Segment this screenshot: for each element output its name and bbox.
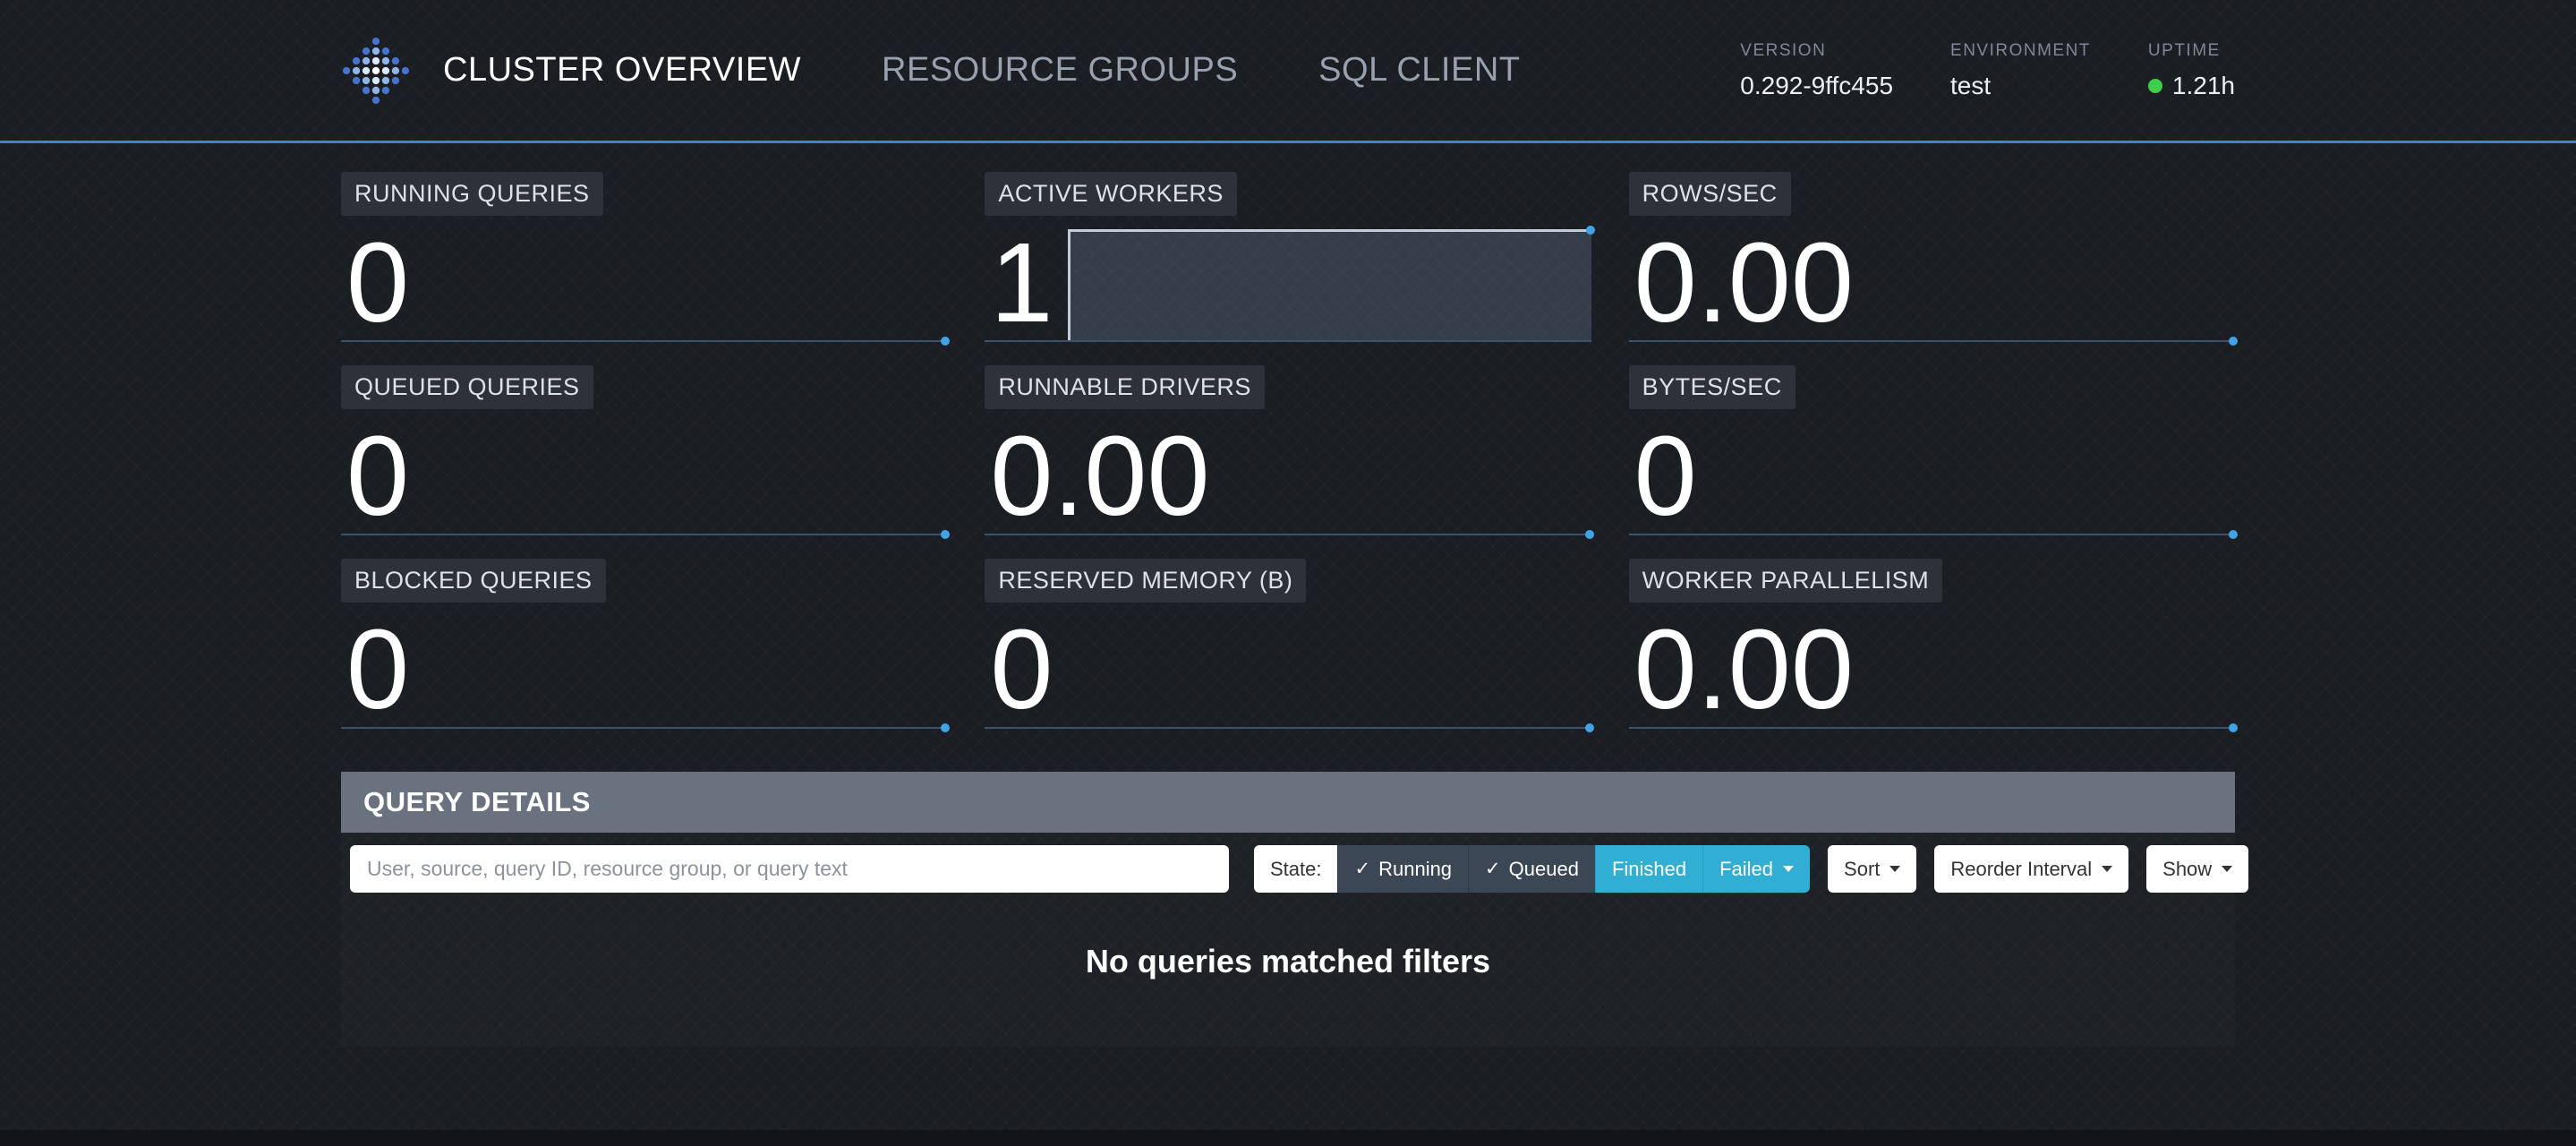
environment-label: ENVIRONMENT <box>1950 41 2091 61</box>
sparkline <box>985 727 1591 729</box>
no-queries-message: No queries matched filters <box>341 893 2235 1047</box>
query-details-section: QUERY DETAILS State: ✓ Running ✓ Queued … <box>341 772 2235 1047</box>
tab-resource-groups[interactable]: RESOURCE GROUPS <box>882 51 1238 90</box>
stat-card-worker-parallelism: WORKER PARALLELISM 0.00 <box>1629 559 2235 729</box>
uptime-text: 1.21h <box>2172 72 2235 100</box>
state-filter-queued[interactable]: ✓ Queued <box>1468 845 1595 893</box>
show-dropdown[interactable]: Show <box>2146 845 2248 893</box>
stat-label: RUNNING QUERIES <box>341 172 603 216</box>
version-value: 0.292-9ffc455 <box>1740 72 1893 100</box>
stat-label: BYTES/SEC <box>1629 365 1796 409</box>
stat-label: RESERVED MEMORY (B) <box>985 559 1306 603</box>
stat-card-blocked-queries: BLOCKED QUERIES 0 <box>341 559 947 729</box>
reorder-interval-dropdown[interactable]: Reorder Interval <box>1934 845 2128 893</box>
stat-label: BLOCKED QUERIES <box>341 559 606 603</box>
sparkline <box>341 340 947 342</box>
nav-tabs: CLUSTER OVERVIEW RESOURCE GROUPS SQL CLI… <box>443 51 1521 90</box>
stat-card-bytes-per-sec: BYTES/SEC 0 <box>1629 365 2235 535</box>
state-filter-group: State: ✓ Running ✓ Queued Finished Faile… <box>1254 845 1810 893</box>
caret-down-icon <box>1889 866 1900 872</box>
show-dropdown-label: Show <box>2162 858 2212 881</box>
tab-cluster-overview[interactable]: CLUSTER OVERVIEW <box>443 51 801 90</box>
sort-dropdown[interactable]: Sort <box>1828 845 1916 893</box>
stat-value: 1 <box>985 227 1591 339</box>
stat-label: ACTIVE WORKERS <box>985 172 1237 216</box>
tab-sql-client[interactable]: SQL CLIENT <box>1318 51 1520 90</box>
sparkline <box>1629 534 2235 535</box>
cluster-overview-page: CLUSTER OVERVIEW RESOURCE GROUPS SQL CLI… <box>0 0 2576 1146</box>
sparkline <box>985 340 1591 342</box>
state-filter-finished-label: Finished <box>1612 858 1686 881</box>
sparkline <box>341 534 947 535</box>
version-label: VERSION <box>1740 41 1893 61</box>
stat-label: RUNNABLE DRIVERS <box>985 365 1265 409</box>
check-icon: ✓ <box>1485 858 1501 880</box>
stat-value: 0.00 <box>1629 613 2235 726</box>
stat-label: QUEUED QUERIES <box>341 365 593 409</box>
query-details-title: QUERY DETAILS <box>363 786 591 818</box>
state-filter-failed-label: Failed <box>1719 858 1773 881</box>
version-info: VERSION 0.292-9ffc455 <box>1740 41 1893 100</box>
uptime-label: UPTIME <box>2148 41 2235 61</box>
stat-card-queued-queries: QUEUED QUERIES 0 <box>341 365 947 535</box>
check-icon: ✓ <box>1354 858 1370 880</box>
query-details-header: QUERY DETAILS <box>341 772 2235 833</box>
stat-label: ROWS/SEC <box>1629 172 1791 216</box>
state-filter-failed[interactable]: Failed <box>1702 845 1810 893</box>
caret-down-icon <box>2102 866 2112 872</box>
caret-down-icon <box>1783 866 1794 872</box>
query-search-input[interactable] <box>350 845 1229 893</box>
status-dot-icon <box>2148 79 2162 93</box>
stats-grid: RUNNING QUERIES 0 ACTIVE WORKERS 1 ROWS/… <box>341 172 2235 729</box>
cluster-info: VERSION 0.292-9ffc455 ENVIRONMENT test U… <box>1740 41 2235 100</box>
query-details-toolbar: State: ✓ Running ✓ Queued Finished Faile… <box>350 845 2226 893</box>
stat-card-rows-per-sec: ROWS/SEC 0.00 <box>1629 172 2235 342</box>
state-filter-finished[interactable]: Finished <box>1595 845 1702 893</box>
stat-card-runnable-drivers: RUNNABLE DRIVERS 0.00 <box>985 365 1591 535</box>
footer-strip <box>0 1130 2576 1146</box>
stat-value: 0 <box>1629 420 2235 533</box>
stat-card-reserved-memory: RESERVED MEMORY (B) 0 <box>985 559 1591 729</box>
state-filter-label: State: <box>1254 845 1337 893</box>
stat-value: 0 <box>341 420 947 533</box>
stat-value: 0 <box>341 613 947 726</box>
stat-value: 0 <box>985 613 1591 726</box>
navbar: CLUSTER OVERVIEW RESOURCE GROUPS SQL CLI… <box>0 0 2576 143</box>
state-filter-running[interactable]: ✓ Running <box>1337 845 1468 893</box>
stat-card-running-queries: RUNNING QUERIES 0 <box>341 172 947 342</box>
environment-value: test <box>1950 72 2091 100</box>
sort-dropdown-label: Sort <box>1844 858 1880 881</box>
state-filter-running-label: Running <box>1378 858 1452 881</box>
environment-info: ENVIRONMENT test <box>1950 41 2091 100</box>
stat-value: 0.00 <box>1629 227 2235 339</box>
uptime-value: 1.21h <box>2148 72 2235 100</box>
caret-down-icon <box>2222 866 2232 872</box>
state-filter-queued-label: Queued <box>1509 858 1579 881</box>
trino-logo[interactable] <box>341 36 411 106</box>
stat-value: 0.00 <box>985 420 1591 533</box>
stat-value: 0 <box>341 227 947 339</box>
reorder-interval-label: Reorder Interval <box>1950 858 2092 881</box>
uptime-info: UPTIME 1.21h <box>2148 41 2235 100</box>
stat-card-active-workers: ACTIVE WORKERS 1 <box>985 172 1591 342</box>
stat-label: WORKER PARALLELISM <box>1629 559 1943 603</box>
sparkline <box>341 727 947 729</box>
